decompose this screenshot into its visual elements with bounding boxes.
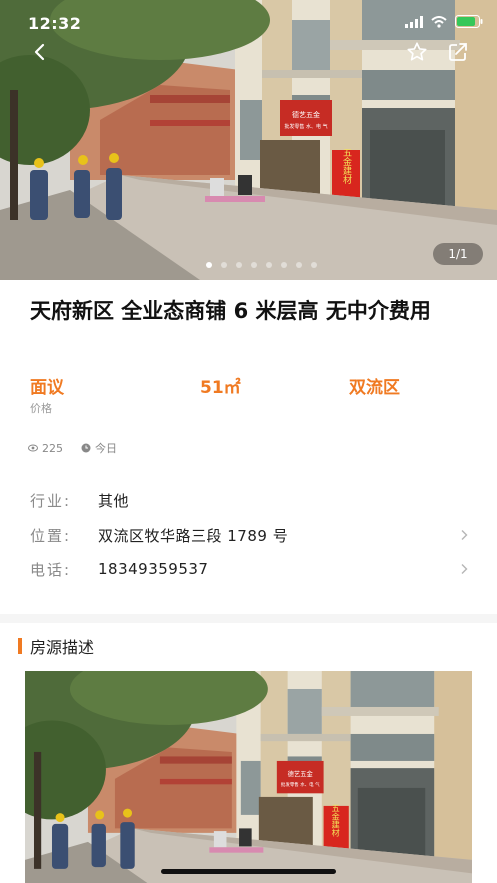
description-photo[interactable]: 德艺五金 批发零售 水、电 气 五金建材	[25, 671, 472, 883]
gallery-dot	[266, 262, 272, 268]
section-accent-bar	[18, 638, 22, 654]
listing-info: 天府新区 全业态商铺 6 米层高 无中介费用 面议 51㎡ 双流区 价格 225…	[0, 280, 497, 614]
gallery-dot	[251, 262, 257, 268]
status-time: 12:32	[28, 14, 82, 33]
hardware-sign-text: 五金建材	[331, 804, 341, 836]
chevron-right-icon	[461, 564, 468, 574]
hardware-sign-text: 五金建材	[341, 148, 352, 184]
banner-top-text: 德艺五金	[292, 110, 320, 119]
chevron-right-icon	[461, 530, 468, 540]
price-label: 价格	[30, 402, 52, 415]
gallery-dot	[206, 262, 212, 268]
clock-icon	[81, 443, 91, 453]
industry-row: 行业: 其他	[30, 485, 470, 515]
banner-bottom-text: 批发零售 水、电 气	[284, 123, 327, 130]
view-count: 225	[42, 441, 63, 455]
phone-value: 18349359537	[98, 560, 209, 578]
storefront-photo: 德艺五金 批发零售 水、电 气 五金建材	[25, 671, 472, 883]
description-heading: 房源描述	[30, 638, 95, 657]
location-row[interactable]: 位置: 双流区牧华路三段 1789 号	[30, 520, 470, 550]
gallery-dot	[296, 262, 302, 268]
gallery-pager: 1/1	[433, 243, 483, 265]
gallery-dot	[221, 262, 227, 268]
listing-title: 天府新区 全业态商铺 6 米层高 无中介费用	[30, 299, 431, 323]
battery-icon	[455, 15, 483, 28]
wifi-icon	[431, 15, 447, 28]
gallery-dot	[311, 262, 317, 268]
back-arrow-icon	[34, 43, 45, 61]
eye-icon	[28, 444, 38, 452]
industry-value: 其他	[98, 491, 130, 510]
description-header: 房源描述	[18, 634, 94, 658]
gallery-photo[interactable]: 德艺五金 批发零售 水、电 气 五金建材 12:32 1/1	[0, 0, 497, 280]
share-icon	[449, 43, 467, 61]
signal-icon	[405, 15, 423, 28]
back-button[interactable]	[26, 38, 54, 66]
phone-label: 电话:	[30, 560, 72, 579]
favorite-button[interactable]	[403, 38, 431, 66]
industry-label: 行业:	[30, 491, 72, 510]
star-icon	[407, 42, 427, 61]
price-value: 面议	[30, 378, 64, 398]
gallery-dot	[236, 262, 242, 268]
posted-time: 今日	[95, 442, 117, 455]
location-label: 位置:	[30, 526, 72, 545]
location-value: 双流区牧华路三段 1789 号	[98, 526, 289, 545]
phone-row[interactable]: 电话: 18349359537	[30, 554, 470, 584]
listing-meta: 225 今日	[28, 440, 117, 456]
district-value: 双流区	[349, 378, 400, 398]
banner-top-text: 德艺五金	[288, 769, 314, 778]
area-value: 51㎡	[200, 378, 241, 398]
home-indicator[interactable]	[161, 869, 336, 874]
share-button[interactable]	[444, 38, 472, 66]
gallery-dot	[281, 262, 287, 268]
description-section: 房源描述 德艺五金 批发零售 水、电 气 五金建材	[0, 623, 497, 883]
gallery-dots	[206, 262, 317, 268]
